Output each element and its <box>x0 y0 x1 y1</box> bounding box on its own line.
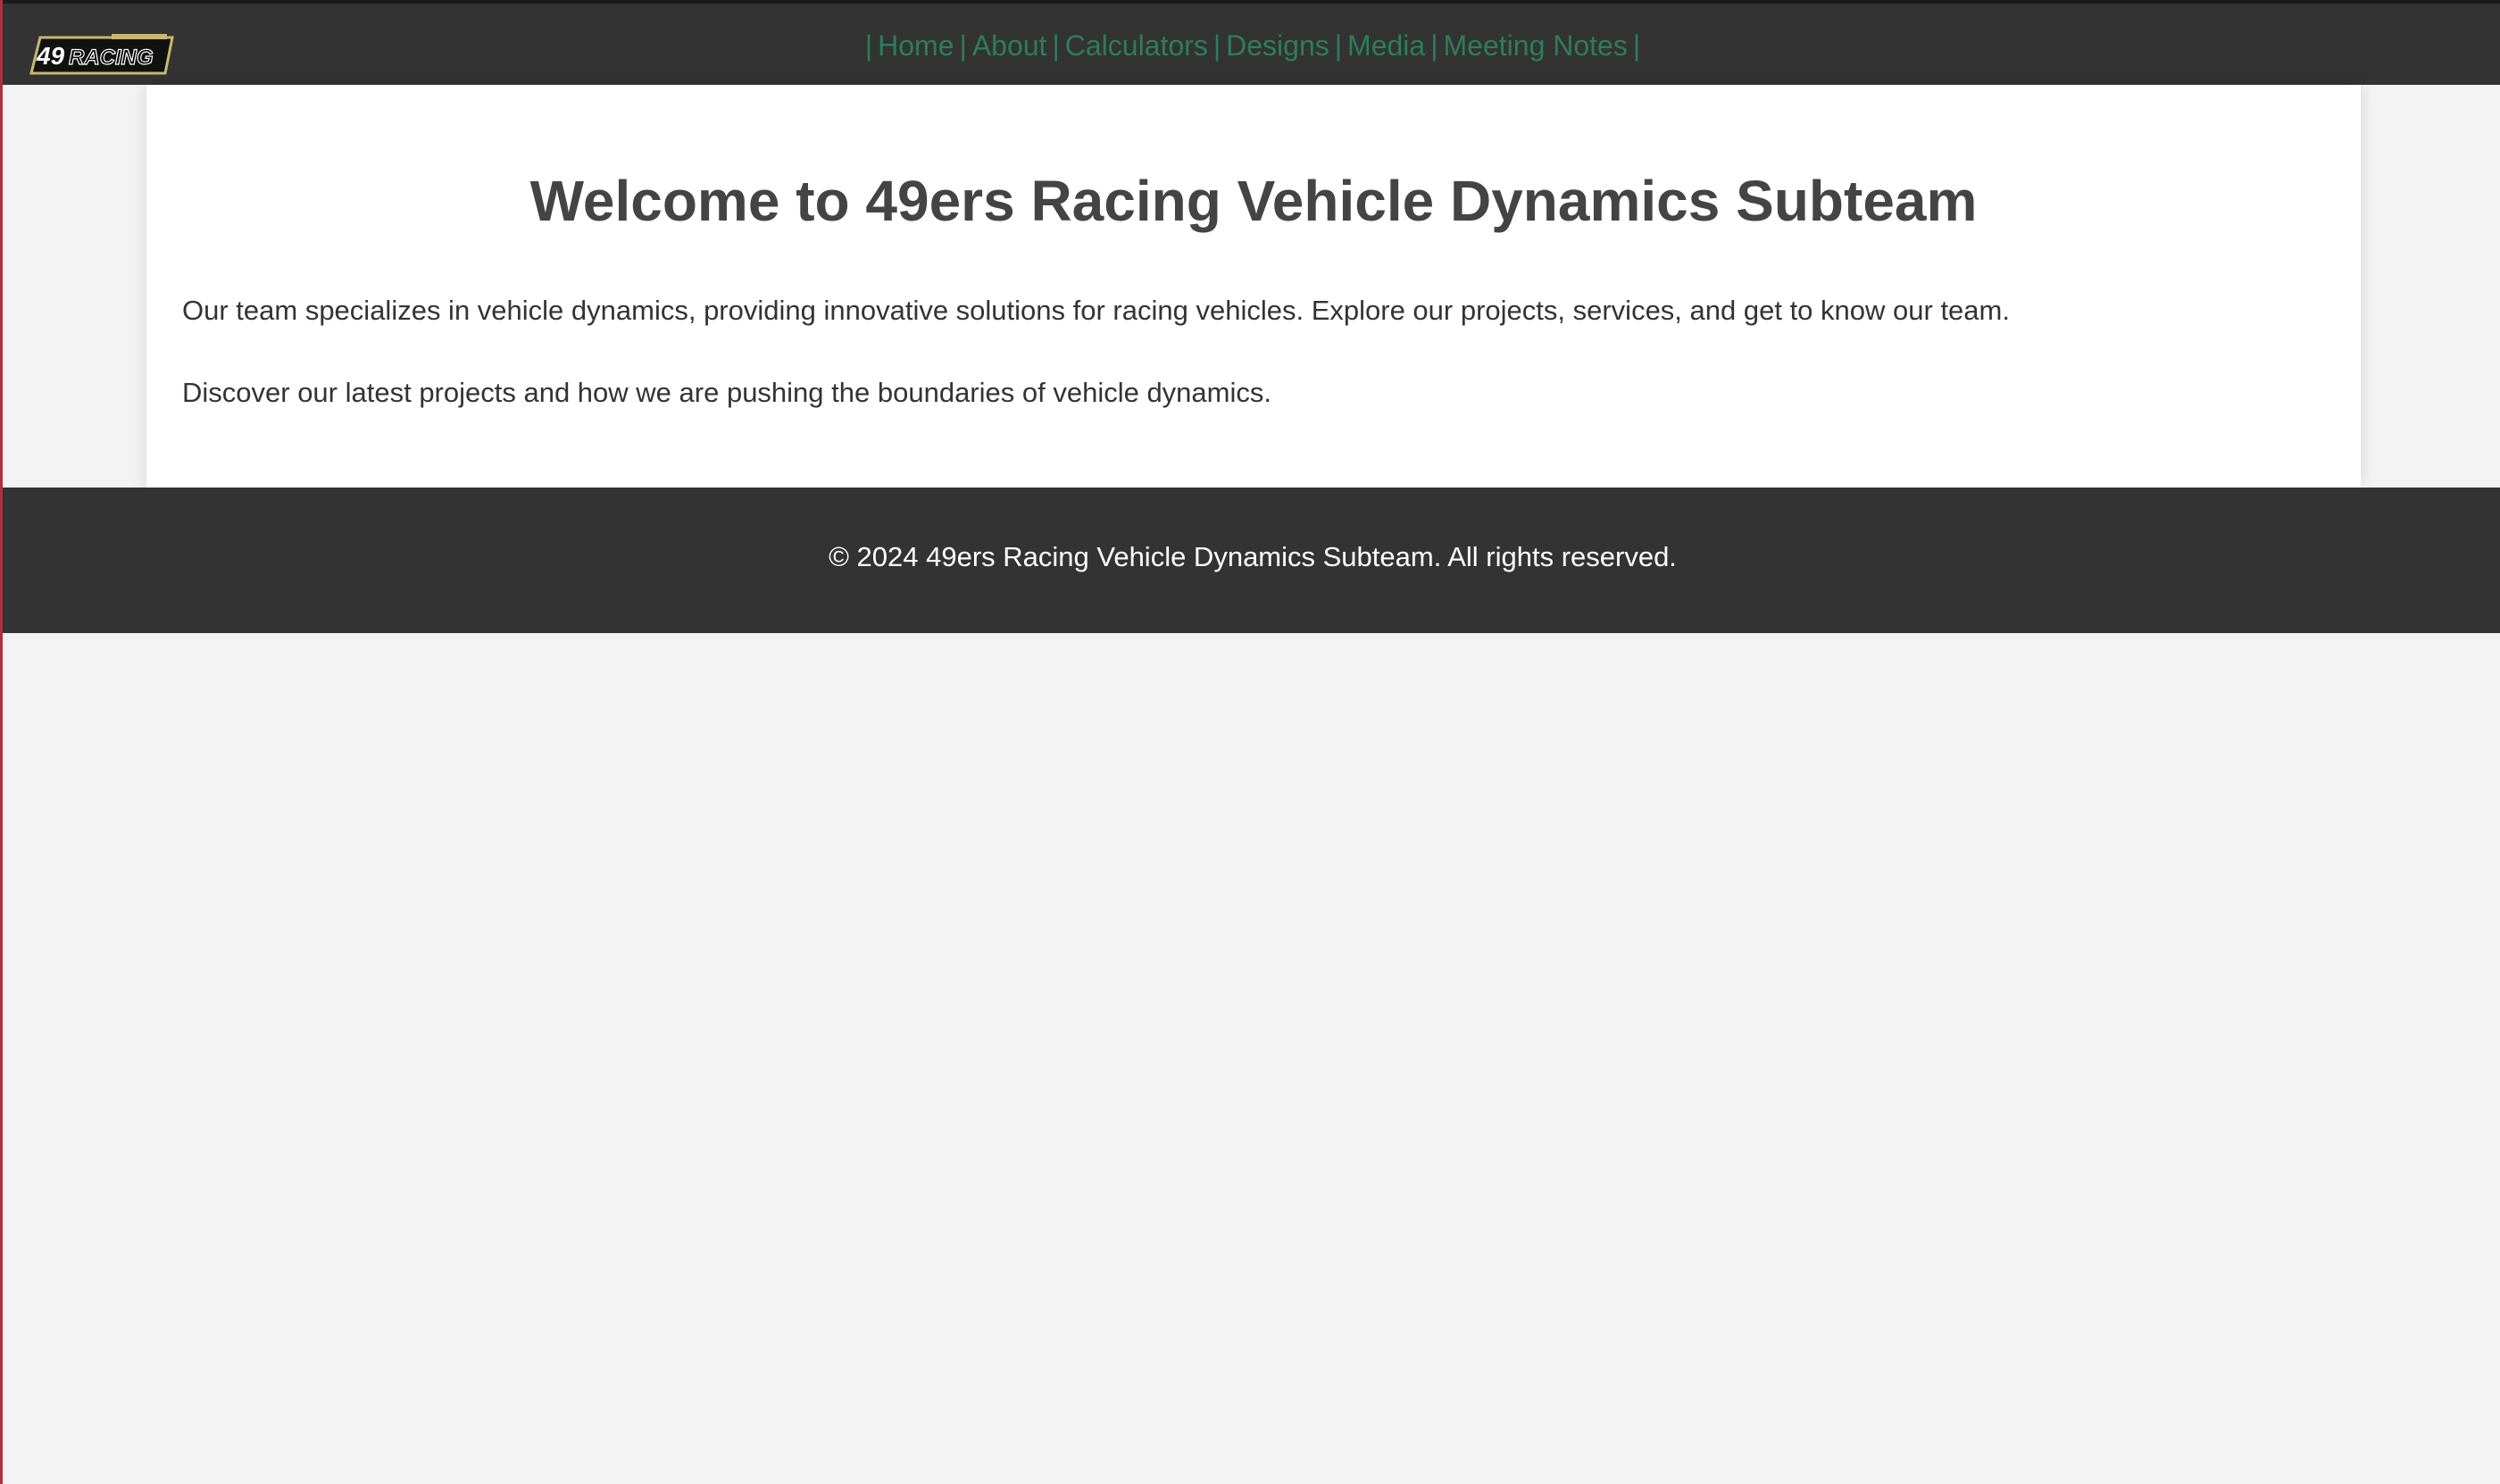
nav-link-about[interactable]: About <box>972 29 1047 62</box>
main-content: Welcome to 49ers Racing Vehicle Dynamics… <box>146 85 2361 488</box>
nav-separator: | <box>1632 29 1641 62</box>
nav-separator: | <box>959 29 967 62</box>
footer: © 2024 49ers Racing Vehicle Dynamics Sub… <box>3 488 2500 633</box>
nav-separator: | <box>864 29 873 62</box>
nav-separator: | <box>1334 29 1343 62</box>
projects-paragraph: Discover our latest projects and how we … <box>182 377 1271 408</box>
top-navigation-bar: 49 RACING | Home | About | Calculators | Design… <box>3 0 2500 85</box>
main-nav: | Home | About | Calculators | Designs | Media | Me… <box>3 26 2500 65</box>
nav-link-media[interactable]: Media <box>1347 29 1425 62</box>
copyright-text: © 2024 49ers Racing Vehicle Dynamics Sub… <box>829 541 1677 572</box>
nav-link-meeting-notes[interactable]: Meeting Notes <box>1444 29 1628 62</box>
intro-paragraph: Our team specializes in vehicle dynamics… <box>182 295 2010 326</box>
page-title: Welcome to 49ers Racing Vehicle Dynamics… <box>529 169 1978 233</box>
nav-separator: | <box>1430 29 1438 62</box>
nav-link-calculators[interactable]: Calculators <box>1065 29 1208 62</box>
nav-separator: | <box>1212 29 1221 62</box>
nav-link-home[interactable]: Home <box>878 29 954 62</box>
nav-separator: | <box>1052 29 1060 62</box>
nav-link-designs[interactable]: Designs <box>1226 29 1329 62</box>
